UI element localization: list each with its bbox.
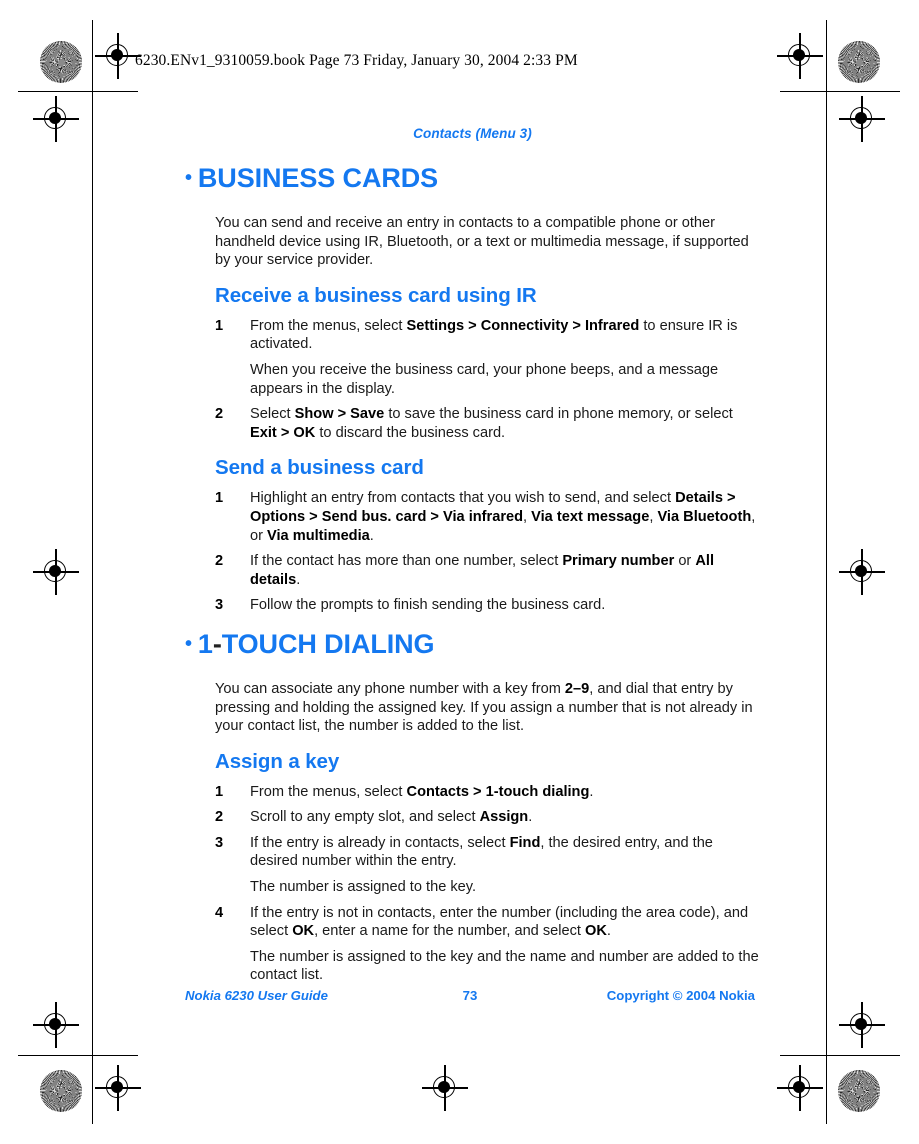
trim-line-horizontal-top-right bbox=[780, 91, 900, 93]
trim-line-horizontal-bottom bbox=[18, 1055, 138, 1057]
step-text: From the menus, select Contacts > 1-touc… bbox=[250, 783, 594, 800]
section-heading-prefix: 1 bbox=[197, 628, 213, 659]
section-one-touch-dialing: • 1-TOUCH DIALING You can associate any p… bbox=[185, 629, 760, 985]
step-item: 2 If the contact has more than one numbe… bbox=[215, 552, 760, 589]
subsection-send-business-card: Send a business card 1 Highlight an entr… bbox=[215, 456, 760, 615]
registration-mark-upper-left bbox=[33, 96, 79, 142]
section-heading: • BUSINESS CARDS bbox=[185, 163, 760, 194]
footer-page-number: 73 bbox=[462, 988, 478, 1003]
step-text: If the entry is not in contacts, enter t… bbox=[250, 904, 749, 940]
step-item: 1 From the menus, select Settings > Conn… bbox=[215, 317, 760, 398]
step-item: 3 If the entry is already in contacts, s… bbox=[215, 834, 760, 897]
section-heading-text: TOUCH DIALING bbox=[221, 628, 435, 659]
step-number: 3 bbox=[215, 597, 224, 614]
step-item: 1 Highlight an entry from contacts that … bbox=[215, 489, 760, 545]
step-followup: When you receive the business card, your… bbox=[250, 361, 719, 397]
star-target-bottom-left bbox=[40, 1070, 82, 1112]
step-text: From the menus, select Settings > Connec… bbox=[250, 317, 738, 353]
step-number: 2 bbox=[215, 809, 224, 826]
step-text: Follow the prompts to finish sending the… bbox=[250, 597, 606, 614]
step-number: 1 bbox=[215, 317, 224, 334]
registration-mark-top-right bbox=[777, 33, 823, 79]
trim-line-horizontal-top bbox=[18, 91, 138, 93]
section-heading-dash: - bbox=[212, 628, 222, 659]
section-business-cards: • BUSINESS CARDS You can send and receive… bbox=[185, 163, 760, 615]
section-intro-paragraph: You can associate any phone number with … bbox=[215, 680, 753, 735]
step-list: 1 Highlight an entry from contacts that … bbox=[215, 489, 760, 615]
step-list: 1 From the menus, select Settings > Conn… bbox=[215, 317, 760, 443]
star-target-top-left bbox=[40, 41, 82, 83]
subsection-heading: Send a business card bbox=[215, 456, 424, 480]
footer-copyright: Copyright © 2004 Nokia bbox=[606, 988, 755, 1003]
step-followup: The number is assigned to the key and th… bbox=[250, 948, 759, 984]
registration-mark-bottom-center bbox=[422, 1065, 468, 1111]
registration-mark-bottom-right bbox=[777, 1065, 823, 1111]
registration-mark-lower-right bbox=[839, 1002, 885, 1048]
document-page: 6230.ENv1_9310059.book Page 73 Friday, J… bbox=[0, 0, 919, 1144]
step-number: 1 bbox=[215, 783, 224, 800]
subsection-heading: Receive a business card using IR bbox=[215, 283, 537, 307]
step-number: 1 bbox=[215, 490, 224, 507]
step-item: 4 If the entry is not in contacts, enter… bbox=[215, 904, 760, 985]
step-list: 1 From the menus, select Contacts > 1-to… bbox=[215, 783, 760, 985]
subsection-heading: Assign a key bbox=[215, 749, 340, 773]
registration-mark-bottom-left bbox=[95, 1065, 141, 1111]
trim-line-vertical-left bbox=[92, 20, 94, 1124]
registration-mark-top-left bbox=[95, 33, 141, 79]
step-item: 2 Select Show > Save to save the busines… bbox=[215, 405, 760, 442]
registration-mark-mid-right bbox=[839, 549, 885, 595]
section-intro-paragraph: You can send and receive an entry in con… bbox=[215, 215, 749, 269]
step-text: If the entry is already in contacts, sel… bbox=[250, 834, 713, 870]
registration-mark-upper-right bbox=[839, 96, 885, 142]
step-text: If the contact has more than one number,… bbox=[250, 553, 715, 588]
book-file-header: 6230.ENv1_9310059.book Page 73 Friday, J… bbox=[135, 52, 578, 69]
step-number: 2 bbox=[215, 406, 224, 423]
bullet-icon: • bbox=[185, 632, 192, 655]
step-number: 4 bbox=[215, 904, 224, 921]
step-item: 1 From the menus, select Contacts > 1-to… bbox=[215, 783, 760, 802]
step-text: Scroll to any empty slot, and select Ass… bbox=[250, 809, 533, 826]
page-content: Contacts (Menu 3) • BUSINESS CARDS You ca… bbox=[185, 126, 760, 999]
registration-mark-mid-left bbox=[33, 549, 79, 595]
section-body: You can send and receive an entry in con… bbox=[215, 214, 760, 615]
bullet-icon: • bbox=[185, 167, 192, 189]
step-text: Select Show > Save to save the business … bbox=[250, 406, 733, 441]
step-item: 2 Scroll to any empty slot, and select A… bbox=[215, 808, 760, 827]
section-body: You can associate any phone number with … bbox=[215, 680, 760, 985]
running-head: Contacts (Menu 3) bbox=[413, 126, 532, 141]
trim-line-vertical-right bbox=[826, 20, 828, 1124]
trim-line-horizontal-bottom-right bbox=[780, 1055, 900, 1057]
star-target-top-right bbox=[838, 41, 880, 83]
step-text: Highlight an entry from contacts that yo… bbox=[250, 490, 756, 544]
subsection-receive-business-card: Receive a business card using IR 1 From … bbox=[215, 284, 760, 443]
subsection-assign-a-key: Assign a key 1 From the menus, select Co… bbox=[215, 750, 760, 985]
registration-mark-lower-left bbox=[33, 1002, 79, 1048]
footer-guide-title: Nokia 6230 User Guide bbox=[185, 988, 328, 1003]
section-heading-text: BUSINESS CARDS bbox=[197, 163, 439, 193]
star-target-bottom-right bbox=[838, 1070, 880, 1112]
step-followup: The number is assigned to the key. bbox=[250, 879, 477, 896]
section-heading: • 1-TOUCH DIALING bbox=[185, 629, 760, 660]
step-number: 2 bbox=[215, 553, 224, 570]
step-number: 3 bbox=[215, 834, 224, 851]
step-item: 3 Follow the prompts to finish sending t… bbox=[215, 596, 760, 615]
